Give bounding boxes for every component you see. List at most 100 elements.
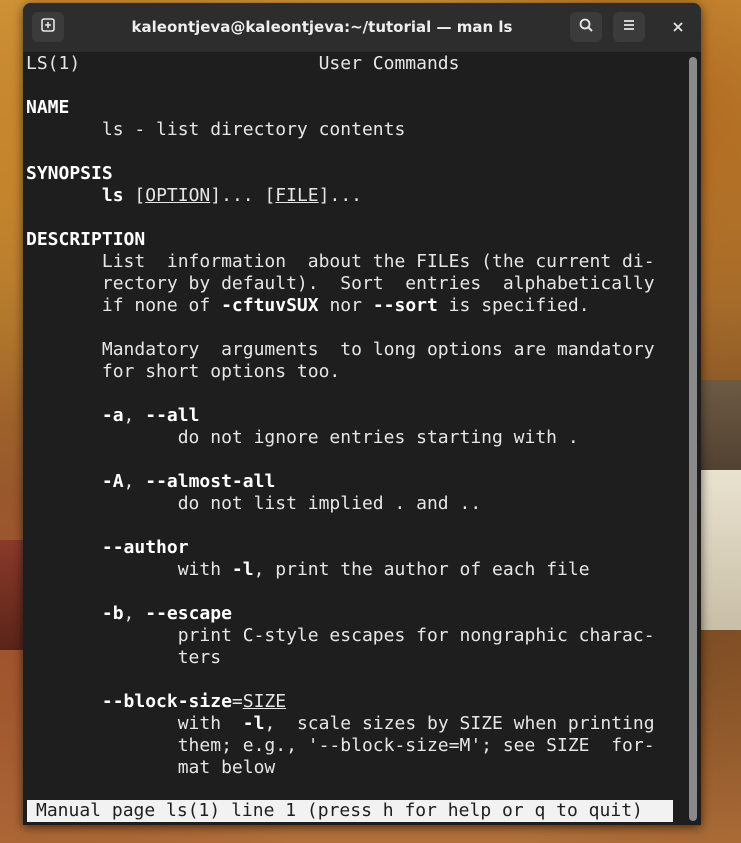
scrollbar-thumb[interactable] xyxy=(689,57,697,821)
new-tab-icon xyxy=(40,17,56,37)
menu-button[interactable] xyxy=(613,12,645,42)
close-icon xyxy=(672,18,684,37)
search-icon xyxy=(578,17,594,37)
terminal-text-span: , print the author of each file xyxy=(253,559,590,580)
terminal-line: print C-style escapes for nongraphic cha… xyxy=(26,625,701,647)
window-title: kaleontjeva@kaleontjeva:~/tutorial — man… xyxy=(131,18,513,36)
terminal-line: List information about the FILEs (the cu… xyxy=(26,251,701,273)
terminal-text-span: ls xyxy=(101,185,124,206)
window-titlebar[interactable]: kaleontjeva@kaleontjeva:~/tutorial — man… xyxy=(23,3,701,53)
terminal-line: with -l, scale sizes by SIZE when printi… xyxy=(26,713,701,735)
terminal-text-span: FILE xyxy=(275,185,319,206)
terminal-line: -a, --all xyxy=(26,405,701,427)
terminal-text-span xyxy=(26,537,102,558)
terminal-line: them; e.g., '--block-size=M'; see SIZE f… xyxy=(26,735,701,757)
terminal-text-span: SIZE xyxy=(242,691,287,712)
terminal-text-span: ters xyxy=(26,647,222,668)
terminal-text-span: -a xyxy=(101,405,124,426)
terminal-text-span: List information about the FILEs (the cu… xyxy=(26,251,655,272)
terminal-text-span: , xyxy=(123,405,146,426)
terminal-line: ls [OPTION]... [FILE]... xyxy=(26,185,701,207)
terminal-line: for short options too. xyxy=(26,361,701,383)
terminal-line: NAME xyxy=(26,97,701,119)
terminal-text-span: is specified. xyxy=(437,295,590,316)
man-page-text: LS(1) User Commands LS(1) NAME ls - list… xyxy=(26,53,701,779)
terminal-text-span: print C-style escapes for nongraphic cha… xyxy=(26,625,655,646)
terminal-line: -b, --escape xyxy=(26,603,701,625)
terminal-text-span: with xyxy=(26,559,232,580)
search-button[interactable] xyxy=(570,12,602,42)
wallpaper-house-wall xyxy=(697,470,741,630)
terminal-text-span: --all xyxy=(145,405,200,426)
terminal-text-span: DESCRIPTION xyxy=(26,229,146,250)
terminal-text-span xyxy=(26,691,102,712)
terminal-line: if none of -cftuvSUX nor --sort is speci… xyxy=(26,295,701,317)
terminal-line: mat below xyxy=(26,757,701,779)
terminal-text-span: , xyxy=(123,603,146,624)
terminal-line: do not list implied . and .. xyxy=(26,493,701,515)
terminal-text-span: --author xyxy=(101,537,189,558)
terminal-text-span: mat below xyxy=(26,757,276,778)
terminal-line: --author xyxy=(26,537,701,559)
wallpaper-house-roof xyxy=(697,380,741,480)
terminal-line: SYNOPSIS xyxy=(26,163,701,185)
terminal-line: ls - list directory contents xyxy=(26,119,701,141)
terminal-text-span: if none of xyxy=(26,295,222,316)
terminal-line: ters xyxy=(26,647,701,669)
terminal-text-span: --block-size xyxy=(101,691,232,712)
terminal-text-span: for short options too. xyxy=(26,361,341,382)
close-button[interactable] xyxy=(667,16,689,38)
terminal-text-span: them; e.g., '--block-size=M'; see SIZE f… xyxy=(26,735,655,756)
terminal-text-span: NAME xyxy=(26,97,70,118)
terminal-line: --block-size=SIZE xyxy=(26,691,701,713)
terminal-line: DESCRIPTION xyxy=(26,229,701,251)
terminal-text-span: ls - list directory contents xyxy=(26,119,406,140)
terminal-text-span: -l xyxy=(242,713,265,734)
terminal-text-span: -l xyxy=(231,559,254,580)
terminal-text-span: LS(1) User Commands LS(1) xyxy=(26,53,701,74)
terminal-line: -A, --almost-all xyxy=(26,471,701,493)
terminal-text-span: ]... xyxy=(318,185,363,206)
terminal-text-span: , xyxy=(123,471,146,492)
terminal-view[interactable]: LS(1) User Commands LS(1) NAME ls - list… xyxy=(23,53,701,825)
terminal-text-span: -b xyxy=(101,603,124,624)
terminal-text-span: SYNOPSIS xyxy=(26,163,113,184)
terminal-text-span: rectory by default). Sort entries alphab… xyxy=(26,273,655,294)
terminal-text-span: [ xyxy=(123,185,146,206)
new-tab-button[interactable] xyxy=(32,12,64,42)
scrollbar[interactable] xyxy=(685,53,701,825)
terminal-text-span: , scale sizes by SIZE when printing xyxy=(264,713,655,734)
terminal-text-span: = xyxy=(231,691,243,712)
terminal-text-span: OPTION xyxy=(145,185,211,206)
terminal-text-span xyxy=(26,603,102,624)
terminal-text-span xyxy=(26,405,102,426)
terminal-line: LS(1) User Commands LS(1) xyxy=(26,53,701,75)
pager-status-line: Manual page ls(1) line 1 (press h for he… xyxy=(27,800,673,822)
terminal-text-span: -cftuvSUX xyxy=(221,295,319,316)
terminal-line: with -l, print the author of each file xyxy=(26,559,701,581)
terminal-text-span: nor xyxy=(318,295,373,316)
terminal-text-span xyxy=(26,471,102,492)
terminal-line: Mandatory arguments to long options are … xyxy=(26,339,701,361)
terminal-text-span: Mandatory arguments to long options are … xyxy=(26,339,655,360)
terminal-text-span: -A xyxy=(101,471,124,492)
terminal-text-span: with xyxy=(26,713,243,734)
terminal-text-span xyxy=(26,185,102,206)
terminal-text-span: ]... [ xyxy=(210,185,276,206)
terminal-line: do not ignore entries starting with . xyxy=(26,427,701,449)
terminal-text-span: do not list implied . and .. xyxy=(26,493,482,514)
terminal-text-span: --almost-all xyxy=(145,471,276,492)
terminal-text-span: --escape xyxy=(145,603,232,624)
hamburger-menu-icon xyxy=(621,17,637,37)
terminal-line: rectory by default). Sort entries alphab… xyxy=(26,273,701,295)
terminal-window: kaleontjeva@kaleontjeva:~/tutorial — man… xyxy=(23,3,701,825)
